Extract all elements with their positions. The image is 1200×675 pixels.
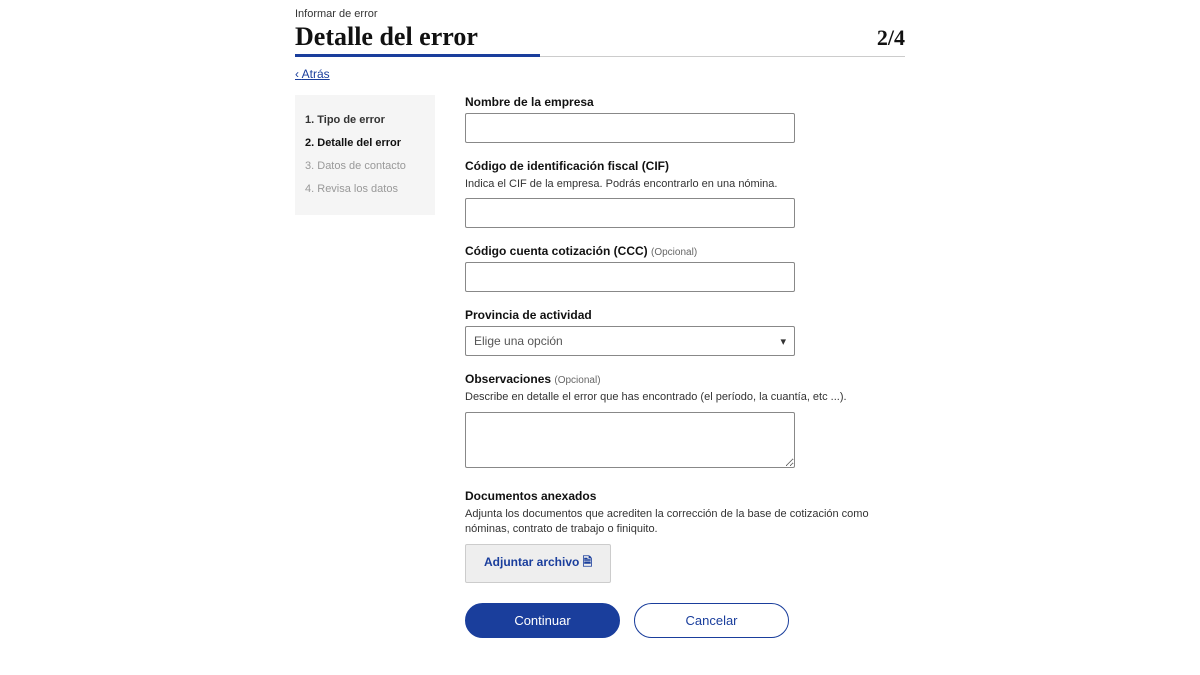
continue-button[interactable]: Continuar — [465, 603, 620, 638]
cif-label: Código de identificación fiscal (CIF) — [465, 159, 905, 173]
sidebar-step-2: 2. Detalle del error — [305, 132, 425, 155]
cif-input[interactable] — [465, 198, 795, 228]
step-sidebar: 1. Tipo de error 2. Detalle del error 3.… — [295, 95, 435, 215]
cancel-button[interactable]: Cancelar — [634, 603, 789, 638]
back-link[interactable]: Atrás — [295, 67, 330, 81]
page-title: Detalle del error — [295, 22, 478, 56]
attach-file-button[interactable]: Adjuntar archivo 🗎 — [465, 544, 611, 583]
chevron-down-icon: ▾ — [780, 335, 786, 348]
company-name-input[interactable] — [465, 113, 795, 143]
ccc-input[interactable] — [465, 262, 795, 292]
ccc-label: Código cuenta cotización (CCC) (Opcional… — [465, 244, 905, 258]
observations-helper: Describe en detalle el error que has enc… — [465, 390, 905, 405]
province-placeholder: Elige una opción — [474, 334, 563, 348]
cif-helper: Indica el CIF de la empresa. Podrás enco… — [465, 177, 905, 192]
documents-label: Documentos anexados — [465, 489, 905, 503]
sidebar-step-4: 4. Revisa los datos — [305, 178, 425, 201]
observations-label: Observaciones (Opcional) — [465, 372, 905, 386]
documents-helper: Adjunta los documentos que acrediten la … — [465, 507, 905, 538]
sidebar-step-1: 1. Tipo de error — [305, 109, 425, 132]
sidebar-step-3: 3. Datos de contacto — [305, 155, 425, 178]
observations-textarea[interactable] — [465, 412, 795, 468]
province-select[interactable]: Elige una opción ▾ — [465, 326, 795, 356]
company-name-label: Nombre de la empresa — [465, 95, 905, 109]
step-indicator: 2/4 — [877, 25, 905, 51]
province-label: Provincia de actividad — [465, 308, 905, 322]
breadcrumb: Informar de error — [295, 8, 905, 20]
